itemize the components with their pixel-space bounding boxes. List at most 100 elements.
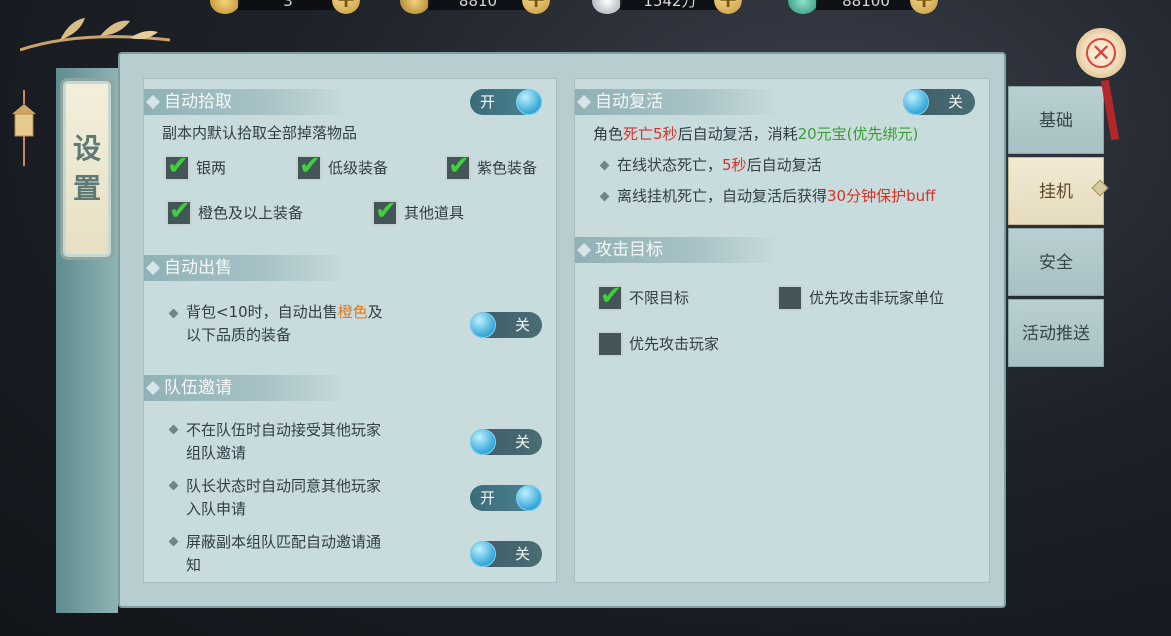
auto-revive-toggle[interactable]: 关 [903,89,975,115]
section-title-attack-target: 攻击目标 [575,237,781,263]
text: 背包<10时，自动出售 [186,303,338,321]
tab-event-push[interactable]: 活动推送 [1008,299,1104,367]
team-invite-item: 不在队伍时自动接受其他玩家 组队邀请 [186,419,381,465]
gold-bag-icon [400,0,430,14]
checkmark-icon: ✔ [600,281,622,311]
text: 入队申请 [186,500,247,518]
text: 后自动复活 [746,156,822,174]
auto-revive-desc: 角色死亡5秒后自动复活，消耗20元宝(优先绑元) [593,123,918,146]
auto-revive-offline: 离线挂机死亡，自动复活后获得30分钟保护buff [617,185,935,208]
checkbox-label: 橙色及以上装备 [198,204,304,222]
checkbox-label: 紫色装备 [477,159,538,177]
bullet-icon [168,480,179,491]
checkbox-box [777,285,803,311]
section-title-auto-revive: 自动复活 [575,89,781,115]
text: 后自动复活，消耗 [677,125,798,143]
text: 离线挂机死亡，自动复活后获得 [617,187,828,205]
add-currency-button[interactable]: + [522,0,550,14]
checkbox-label: 银两 [196,159,227,177]
text: 组队邀请 [186,444,247,462]
bullet-icon [599,191,610,202]
auto-pickup-desc: 副本内默认拾取全部掉落物品 [162,124,358,142]
auto-revive-online: 在线状态死亡，5秒后自动复活 [617,154,822,177]
add-currency-button[interactable]: + [332,0,360,14]
toggle-knob [470,541,496,567]
toggle-label: 关 [514,316,530,334]
currency-silver: 1542万 + [592,0,762,16]
section-title-auto-sell: 自动出售 [144,255,350,281]
toggle-knob [516,485,542,511]
bullet-icon [168,308,179,319]
currency-bar: 3 + 8810 + 1542万 + 88100 + [200,0,980,22]
currency-gold-ingot: 3 + [210,0,380,16]
jade-icon [788,0,818,14]
toggle-knob [516,89,542,115]
text: 在线状态死亡， [617,156,723,174]
tab-idle[interactable]: 挂机 [1008,157,1104,225]
checkbox-label: 优先攻击非玩家单位 [809,289,945,307]
checkmark-icon: ✔ [169,196,191,226]
checkbox-label: 优先攻击玩家 [629,335,720,353]
checkmark-icon: ✔ [167,151,189,181]
bullet-icon [168,424,179,435]
team-invite-item: 屏蔽副本组队匹配自动邀请通 知 [186,531,381,577]
team-invite-toggle-2[interactable]: 开 [470,485,542,511]
red-text: 5秒 [722,156,747,174]
checkbox-label: 低级装备 [328,159,389,177]
add-currency-button[interactable]: + [714,0,742,14]
left-settings-panel: 自动拾取 开 副本内默认拾取全部掉落物品 ✔ 银两 ✔ 低级装备 ✔ 紫色装备 … [143,78,557,583]
green-text: 20元宝(优先绑元) [797,125,919,143]
auto-pickup-toggle[interactable]: 开 [470,89,542,115]
text: 屏蔽副本组队匹配自动邀请通 [186,533,382,551]
silver-icon [592,0,622,14]
bullet-icon [599,160,610,171]
tab-basic[interactable]: 基础 [1008,86,1104,154]
team-invite-item: 队长状态时自动同意其他玩家 入队申请 [186,475,381,521]
section-title-team-invite: 队伍邀请 [144,375,350,401]
toggle-knob [903,89,929,115]
bullet-icon [168,536,179,547]
text: 以下品质的装备 [186,326,292,344]
gold-ingot-icon [210,0,240,14]
right-settings-panel: 自动复活 关 角色死亡5秒后自动复活，消耗20元宝(优先绑元) 在线状态死亡，5… [574,78,990,583]
currency-jade: 88100 + [788,0,958,16]
text: 角色 [593,125,624,143]
title-char: 置 [72,172,101,205]
title-char: 设 [72,132,101,165]
tab-security[interactable]: 安全 [1008,228,1104,296]
toggle-label: 开 [480,489,496,507]
toggle-label: 关 [514,433,530,451]
text: 队长状态时自动同意其他玩家 [186,477,382,495]
toggle-label: 开 [480,93,496,111]
checkbox-box [597,331,623,357]
checkmark-icon: ✔ [448,151,470,181]
auto-sell-desc: 背包<10时，自动出售橙色及 以下品质的装备 [186,301,383,347]
section-title-auto-pickup: 自动拾取 [144,89,350,115]
currency-value: 8810 [428,0,528,10]
add-currency-button[interactable]: + [910,0,938,14]
toggle-label: 关 [514,545,530,563]
checkmark-icon: ✔ [299,151,321,181]
close-icon: ✕ [1086,38,1116,68]
red-text: 死亡5秒 [623,125,678,143]
checkbox-label: 其他道具 [404,204,465,222]
currency-value: 3 [238,0,338,10]
currency-gold-bag: 8810 + [400,0,570,16]
toggle-knob [470,429,496,455]
currency-value: 1542万 [620,0,720,10]
close-button[interactable]: ✕ [1076,28,1126,78]
currency-value: 88100 [816,0,916,10]
team-invite-toggle-1[interactable]: 关 [470,429,542,455]
auto-sell-toggle[interactable]: 关 [470,312,542,338]
text: 及 [367,303,383,321]
lantern-icon [12,90,36,166]
text: 知 [186,556,202,574]
settings-title-card: 设 置 [60,78,114,260]
checkmark-icon: ✔ [375,196,397,226]
toggle-label: 关 [947,93,963,111]
toggle-knob [470,312,496,338]
team-invite-toggle-3[interactable]: 关 [470,541,542,567]
red-text: 30分钟保护buff [827,187,936,205]
text: 不在队伍时自动接受其他玩家 [186,421,382,439]
orange-text: 橙色 [337,303,368,321]
